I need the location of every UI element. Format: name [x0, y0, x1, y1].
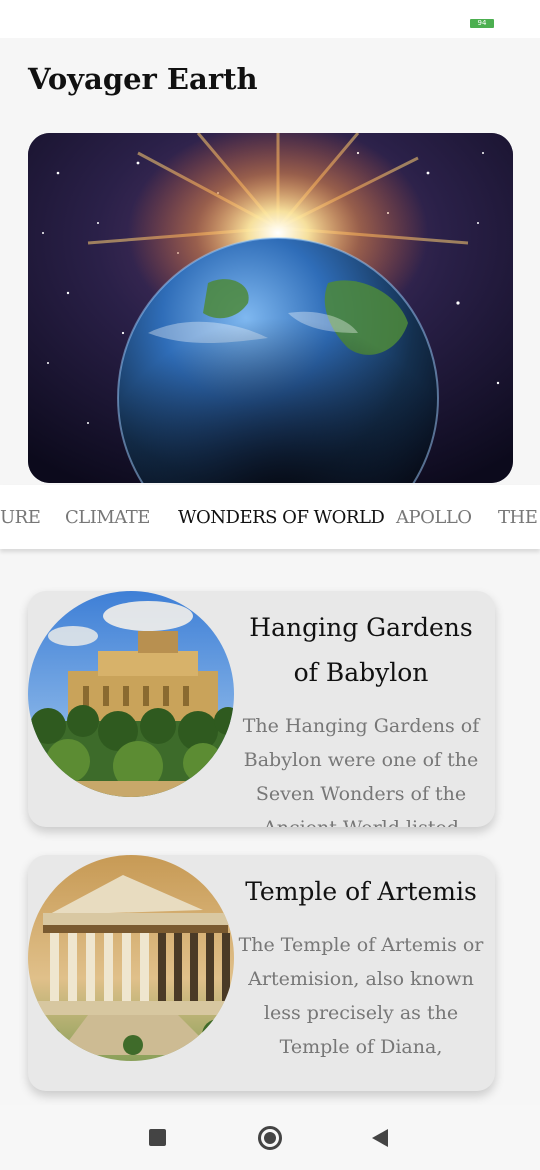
- tab-nature[interactable]: URE: [0, 507, 41, 528]
- system-navigation-bar: [0, 1105, 540, 1170]
- earth-illustration: [28, 133, 513, 483]
- card-description: The Temple of Artemis or Artemision, als…: [238, 934, 484, 1058]
- tab-apollo[interactable]: APOLLO: [396, 507, 472, 528]
- temple-of-artemis-image: [28, 855, 234, 1061]
- status-bar: 94: [0, 0, 540, 38]
- card-temple-of-artemis[interactable]: Temple of Artemis The Temple of Artemis …: [28, 855, 495, 1091]
- circle-icon[interactable]: [258, 1126, 282, 1150]
- card-title: Temple of Artemis: [245, 877, 477, 906]
- triangle-back-icon[interactable]: [372, 1129, 388, 1147]
- square-icon[interactable]: [149, 1129, 166, 1146]
- tab-climate[interactable]: CLIMATE: [65, 507, 150, 528]
- category-tabs[interactable]: URE CLIMATE WONDERS OF WORLD APOLLO THE …: [0, 485, 540, 549]
- battery-icon: 94: [470, 19, 494, 28]
- hanging-gardens-image: [28, 591, 234, 797]
- tab-the-v[interactable]: THE V: [498, 507, 540, 528]
- card-hanging-gardens[interactable]: Hanging Gardens of Babylon The Hanging G…: [28, 591, 495, 827]
- hero-earth-image[interactable]: [28, 133, 513, 483]
- card-title: Hanging Gardens of Babylon: [249, 613, 473, 687]
- card-description: The Hanging Gardens of Babylon were one …: [242, 715, 480, 827]
- app-title: Voyager Earth: [28, 62, 258, 96]
- tab-wonders-of-world[interactable]: WONDERS OF WORLD: [178, 507, 385, 528]
